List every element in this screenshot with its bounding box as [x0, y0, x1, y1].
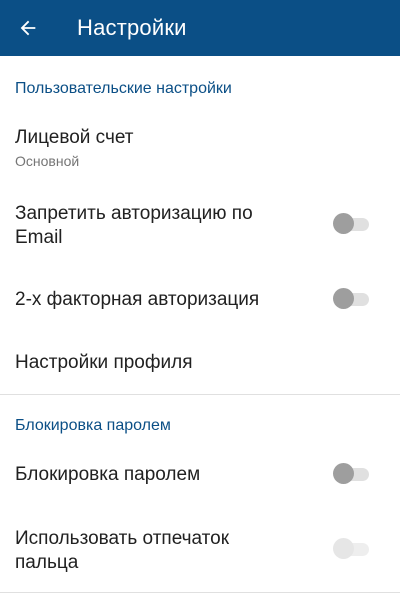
switch-thumb: [333, 538, 354, 559]
forbid-email-auth-title-line2: Email: [15, 227, 63, 248]
profile-settings-row[interactable]: Настройки профиля: [0, 334, 400, 392]
switch-thumb: [333, 463, 354, 484]
switch-thumb: [333, 213, 354, 234]
profile-settings-title: Настройки профиля: [15, 352, 193, 373]
arrow-back-icon: [20, 20, 36, 36]
two-factor-auth-title: 2-х факторная авторизация: [15, 289, 260, 310]
account-subtitle: Основной: [15, 153, 80, 169]
fingerprint-toggle[interactable]: [333, 538, 371, 560]
switch-thumb: [333, 288, 354, 309]
fingerprint-row[interactable]: Использовать отпечаток пальца: [0, 516, 400, 588]
password-lock-toggle[interactable]: [333, 463, 371, 485]
account-title: Лицевой счет: [15, 127, 134, 148]
account-row[interactable]: Лицевой счет Основной: [0, 112, 400, 184]
fingerprint-title-line2: пальца: [15, 552, 79, 573]
section-divider: [0, 592, 400, 593]
two-factor-auth-row[interactable]: 2-х факторная авторизация: [0, 270, 400, 330]
fingerprint-title-line1: Использовать отпечаток: [15, 528, 230, 549]
section-header-user-settings: Пользовательские настройки: [15, 80, 232, 97]
app-bar: Настройки: [0, 0, 400, 56]
forbid-email-auth-toggle[interactable]: [333, 213, 371, 235]
section-divider: [0, 394, 400, 395]
forbid-email-auth-title-line1: Запретить авторизацию по: [15, 203, 253, 224]
password-lock-title: Блокировка паролем: [15, 464, 201, 485]
two-factor-auth-toggle[interactable]: [333, 288, 371, 310]
forbid-email-auth-row[interactable]: Запретить авторизацию по Email: [0, 190, 400, 262]
section-header-password-lock: Блокировка паролем: [15, 417, 171, 434]
back-button[interactable]: [8, 8, 48, 48]
password-lock-row[interactable]: Блокировка паролем: [0, 446, 400, 506]
page-title: Настройки: [77, 15, 187, 40]
